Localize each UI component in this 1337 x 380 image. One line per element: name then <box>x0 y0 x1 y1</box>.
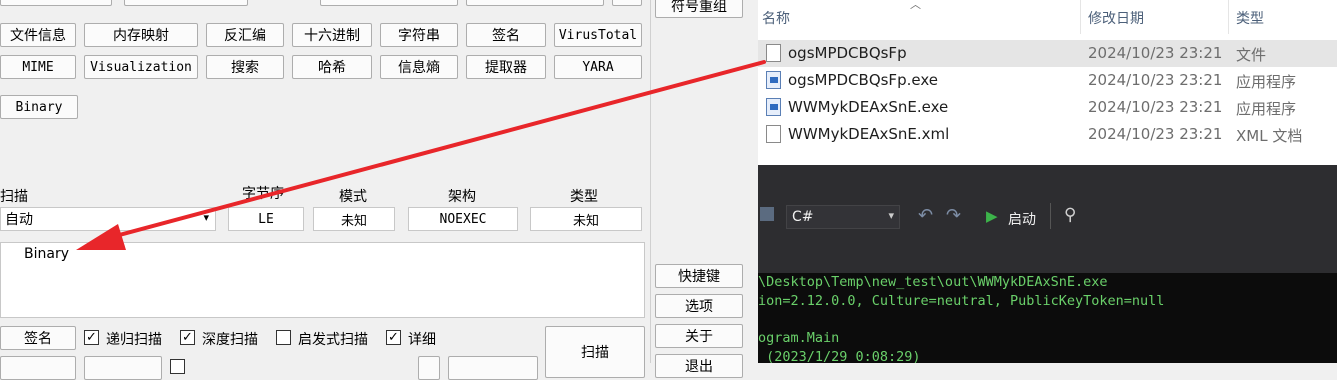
chevron-down-icon: ▾ <box>888 209 894 222</box>
column-header-date[interactable]: 修改日期 <box>1088 8 1144 28</box>
mode-field: 未知 <box>313 207 395 231</box>
result-text: Binary <box>24 246 69 262</box>
file-info-button[interactable]: 文件信息 <box>0 23 76 47</box>
binary-button[interactable]: Binary <box>0 95 78 119</box>
recursive-scan-label: 递归扫描 <box>106 332 162 348</box>
file-type: XML 文档 <box>1236 127 1303 145</box>
cropped-button-1[interactable] <box>0 0 112 6</box>
heuristic-scan-checkbox[interactable] <box>276 330 291 345</box>
verbose-checkbox[interactable]: ✓ <box>386 330 401 345</box>
file-row[interactable]: ogsMPDCBQsFp.exe 2024/10/23 23:21 应用程序 <box>758 67 1337 94</box>
cropped-button-5[interactable] <box>612 0 642 6</box>
file-icon <box>766 44 781 62</box>
scan-mode-value: 自动 <box>5 212 33 228</box>
scan-mode-select[interactable]: 自动 ▾ <box>0 207 216 231</box>
cropped-bottom-button-3[interactable] <box>418 356 440 380</box>
chevron-down-icon: ▾ <box>203 211 209 224</box>
file-type: 文件 <box>1236 46 1267 64</box>
options-button[interactable]: 选项 <box>655 294 743 318</box>
endian-field: LE <box>228 207 304 231</box>
console-line: \Desktop\Temp\new_test\out\WWMykDEAxSnE.… <box>758 274 1108 290</box>
file-date: 2024/10/23 23:21 <box>1088 44 1223 62</box>
heuristic-scan-label: 启发式扫描 <box>298 332 368 348</box>
deep-scan-checkbox[interactable]: ✓ <box>180 330 195 345</box>
play-icon[interactable]: ▶ <box>986 207 998 225</box>
signatures-button[interactable]: 签名 <box>466 23 546 47</box>
disassembly-button[interactable]: 反汇编 <box>206 23 284 47</box>
ide-toolbar: C# ▾ ↶ ↷ ▶ 启动 ⚲ <box>758 165 1337 273</box>
search-button[interactable]: 搜索 <box>206 55 284 79</box>
console-line: ogram.Main <box>758 330 840 346</box>
cropped-button-4[interactable] <box>466 0 604 6</box>
file-type: 应用程序 <box>1236 73 1297 91</box>
visualization-button[interactable]: Visualization <box>84 55 198 79</box>
extractor-button[interactable]: 提取器 <box>466 55 546 79</box>
mime-button[interactable]: MIME <box>0 55 76 79</box>
file-date: 2024/10/23 23:21 <box>1088 125 1223 143</box>
hex-button[interactable]: 十六进制 <box>292 23 372 47</box>
start-label[interactable]: 启动 <box>1008 209 1036 229</box>
cropped-button-2[interactable] <box>124 0 248 6</box>
cropped-bottom-button-4[interactable] <box>448 356 538 380</box>
strings-button[interactable]: 字符串 <box>380 23 458 47</box>
memory-map-button[interactable]: 内存映射 <box>84 23 198 47</box>
arch-field: NOEXEC <box>408 207 518 231</box>
header-divider-2 <box>1228 0 1229 34</box>
exe-icon <box>766 98 781 116</box>
exit-button[interactable]: 退出 <box>655 354 743 378</box>
file-row[interactable]: ogsMPDCBQsFp 2024/10/23 23:21 文件 <box>758 40 1337 67</box>
console-output: \Desktop\Temp\new_test\out\WWMykDEAxSnE.… <box>758 273 1337 365</box>
file-name: ogsMPDCBQsFp <box>788 44 907 62</box>
signature-button[interactable]: 签名 <box>0 326 76 350</box>
endian-label: 字节序 <box>242 186 284 202</box>
redo-icon[interactable]: ↷ <box>946 205 961 226</box>
verbose-label: 详细 <box>408 332 436 348</box>
column-header-type[interactable]: 类型 <box>1236 8 1264 28</box>
toolbar-icon[interactable] <box>760 207 774 221</box>
type-label: 类型 <box>570 189 598 205</box>
console-line: ion=2.12.0.0, Culture=neutral, PublicKey… <box>758 293 1165 309</box>
cropped-bottom-checkbox[interactable] <box>170 359 185 374</box>
entropy-button[interactable]: 信息熵 <box>380 55 458 79</box>
file-row[interactable]: WWMykDEAxSnE.xml 2024/10/23 23:21 XML 文档 <box>758 121 1337 148</box>
file-name: WWMykDEAxSnE.exe <box>788 98 949 116</box>
file-name: ogsMPDCBQsFp.exe <box>788 71 938 89</box>
symbol-rebuild-button[interactable]: 符号重组 <box>655 0 743 18</box>
file-icon <box>766 125 781 143</box>
type-field: 未知 <box>530 207 642 231</box>
yara-button[interactable]: YARA <box>554 55 642 79</box>
language-select[interactable]: C# ▾ <box>786 205 900 229</box>
about-button[interactable]: 关于 <box>655 324 743 348</box>
undo-icon[interactable]: ↶ <box>918 205 933 226</box>
sort-chevron-icon: ︿ <box>910 0 921 11</box>
deep-scan-label: 深度扫描 <box>202 332 258 348</box>
ide-window: C# ▾ ↶ ↷ ▶ 启动 ⚲ \Desktop\Temp\new_test\o… <box>758 165 1337 365</box>
cropped-bottom-button-2[interactable] <box>84 356 162 380</box>
file-explorer: ︿ 名称 修改日期 类型 ogsMPDCBQsFp 2024/10/23 23:… <box>758 0 1337 165</box>
arch-label: 架构 <box>448 189 476 205</box>
file-date: 2024/10/23 23:21 <box>1088 71 1223 89</box>
hash-button[interactable]: 哈希 <box>292 55 372 79</box>
header-divider-1 <box>1080 0 1081 34</box>
mode-label: 模式 <box>339 189 367 205</box>
result-panel: Binary <box>0 242 645 318</box>
find-icon[interactable]: ⚲ <box>1064 205 1076 225</box>
file-name: WWMykDEAxSnE.xml <box>788 125 950 143</box>
virustotal-button[interactable]: VirusTotal <box>554 23 642 47</box>
file-type: 应用程序 <box>1236 100 1297 118</box>
tool-panel: 文件信息 内存映射 反汇编 十六进制 字符串 签名 VirusTotal MIM… <box>0 0 758 380</box>
scan-button[interactable]: 扫描 <box>545 326 645 378</box>
language-value: C# <box>792 209 814 225</box>
scan-label: 扫描 <box>0 189 28 205</box>
shortcuts-button[interactable]: 快捷键 <box>655 264 743 288</box>
file-row[interactable]: WWMykDEAxSnE.exe 2024/10/23 23:21 应用程序 <box>758 94 1337 121</box>
cropped-button-3[interactable] <box>320 0 458 6</box>
column-header-name[interactable]: 名称 <box>762 8 790 28</box>
file-date: 2024/10/23 23:21 <box>1088 98 1223 116</box>
vertical-divider <box>650 0 651 363</box>
exe-icon <box>766 71 781 89</box>
toolbar-separator <box>1050 203 1051 229</box>
cropped-bottom-button-1[interactable] <box>0 356 76 380</box>
recursive-scan-checkbox[interactable]: ✓ <box>84 330 99 345</box>
